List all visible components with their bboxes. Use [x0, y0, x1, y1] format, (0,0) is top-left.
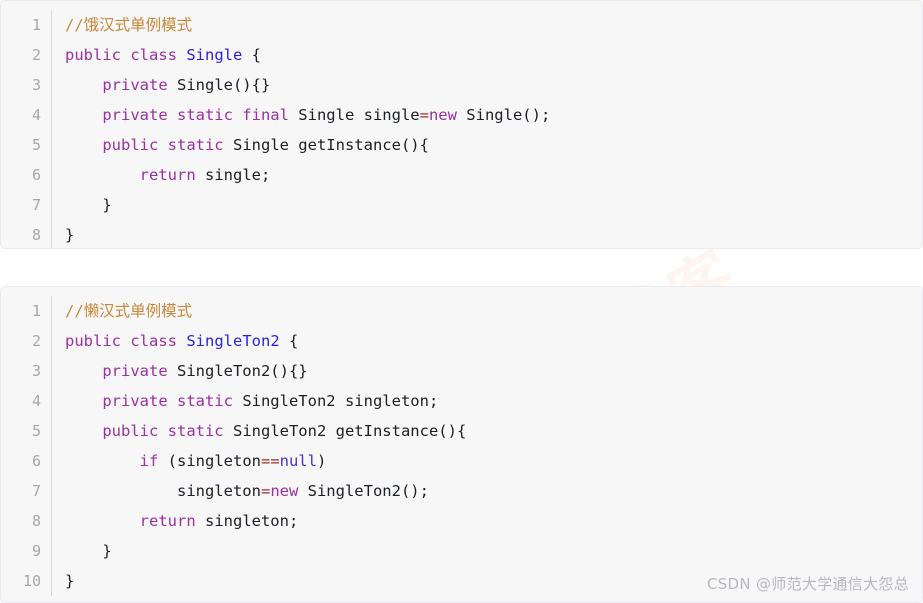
code-token-keyword: public static — [102, 422, 224, 440]
code-token-literal: null — [279, 452, 317, 470]
line-number: 6 — [31, 452, 41, 470]
code-token-keyword: private static — [102, 392, 233, 410]
line-number: 1 — [31, 302, 41, 320]
code-token-plain: Single single — [288, 106, 420, 124]
code-token-plain: } — [65, 542, 112, 560]
code-block-inner: 1 2 3 4 5 6 7 8 9 10 //懒汉式单例模式 public class Single… — [1, 287, 922, 596]
line-number: 4 — [31, 106, 41, 124]
line-number: 6 — [31, 166, 41, 184]
code-token-keyword: public class — [65, 332, 187, 350]
code-token-plain: ) — [316, 452, 327, 470]
code-line: } — [65, 220, 922, 248]
code-token-operator: = — [419, 106, 429, 124]
code-line: //懒汉式单例模式 — [65, 296, 922, 326]
code-token-plain: singleton; — [195, 512, 299, 530]
code-token-plain: singleton — [65, 482, 261, 500]
code-token-plain: SingleTon2(); — [298, 482, 429, 500]
code-token-plain: { — [279, 332, 299, 350]
code-line: public class Single { — [65, 40, 922, 70]
line-number-gutter: 1 2 3 4 5 6 7 8 — [1, 10, 52, 248]
code-line: if (singleton==null) — [65, 446, 922, 476]
line-number: 2 — [31, 332, 41, 350]
code-token-class-name: SingleTon2 — [186, 332, 280, 350]
code-line: public static SingleTon2 getInstance(){ — [65, 416, 922, 446]
code-content[interactable]: //懒汉式单例模式 public class SingleTon2 { priva… — [52, 296, 922, 596]
code-line: } — [65, 536, 922, 566]
line-number: 10 — [22, 572, 41, 590]
code-token-operator: == — [260, 452, 280, 470]
code-token-plain: } — [65, 196, 112, 214]
code-token-plain: } — [65, 226, 75, 244]
code-block-eager-singleton: 1 2 3 4 5 6 7 8 //饿汉式单例模式 public class Single { … — [0, 0, 923, 249]
code-token-keyword: return — [139, 512, 196, 530]
code-line: private static SingleTon2 singleton; — [65, 386, 922, 416]
code-token-plain: single; — [195, 166, 271, 184]
code-token-plain: Single getInstance(){ — [223, 136, 429, 154]
code-line: public class SingleTon2 { — [65, 326, 922, 356]
code-block-inner: 1 2 3 4 5 6 7 8 //饿汉式单例模式 public class Single { … — [1, 1, 922, 248]
line-number: 8 — [31, 226, 41, 244]
code-token-operator: = — [260, 482, 271, 500]
csdn-author-signature: CSDN @师范大学通信大怨总 — [706, 575, 909, 593]
line-number: 9 — [31, 542, 41, 560]
code-token-keyword: if — [139, 452, 159, 470]
code-line: private Single(){} — [65, 70, 922, 100]
code-token-plain: (singleton — [158, 452, 261, 470]
code-token-plain: { — [242, 46, 261, 64]
code-token-comment: //饿汉式单例模式 — [65, 16, 193, 34]
code-line: return single; — [65, 160, 922, 190]
line-number: 8 — [31, 512, 41, 530]
code-token-keyword: public static — [102, 136, 224, 154]
code-line: return singleton; — [65, 506, 922, 536]
code-token-keyword: private — [102, 76, 168, 94]
code-token-keyword: return — [139, 166, 196, 184]
line-number: 4 — [31, 392, 41, 410]
code-token-plain: } — [65, 572, 75, 590]
line-number: 2 — [31, 46, 41, 64]
code-token-class-name: Single — [186, 46, 243, 64]
code-content[interactable]: //饿汉式单例模式 public class Single { private S… — [52, 10, 922, 248]
code-token-plain: Single(); — [456, 106, 551, 124]
code-token-keyword: public class — [65, 46, 187, 64]
code-token-keyword: new — [270, 482, 299, 500]
line-number: 5 — [31, 136, 41, 154]
code-token-plain: SingleTon2 singleton; — [232, 392, 439, 410]
code-token-comment: //懒汉式单例模式 — [65, 302, 193, 320]
code-line: public static Single getInstance(){ — [65, 130, 922, 160]
code-token-plain: SingleTon2 getInstance(){ — [223, 422, 467, 440]
line-number: 7 — [31, 196, 41, 214]
code-token-plain: Single(){} — [167, 76, 271, 94]
code-line: //饿汉式单例模式 — [65, 10, 922, 40]
code-line: private SingleTon2(){} — [65, 356, 922, 386]
line-number: 5 — [31, 422, 41, 440]
code-token-keyword: new — [428, 106, 457, 124]
code-token-keyword: private static final — [102, 106, 289, 124]
line-number: 7 — [31, 482, 41, 500]
line-number: 3 — [31, 76, 41, 94]
code-line: } — [65, 190, 922, 220]
code-line: private static final Single single=new S… — [65, 100, 922, 130]
code-token-keyword: private — [102, 362, 168, 380]
code-token-plain: SingleTon2(){} — [167, 362, 308, 380]
line-number-gutter: 1 2 3 4 5 6 7 8 9 10 — [1, 296, 52, 596]
line-number: 1 — [31, 16, 41, 34]
code-block-lazy-singleton: 1 2 3 4 5 6 7 8 9 10 //懒汉式单例模式 public class Single… — [0, 286, 923, 603]
code-line: singleton=new SingleTon2(); — [65, 476, 922, 506]
line-number: 3 — [31, 362, 41, 380]
